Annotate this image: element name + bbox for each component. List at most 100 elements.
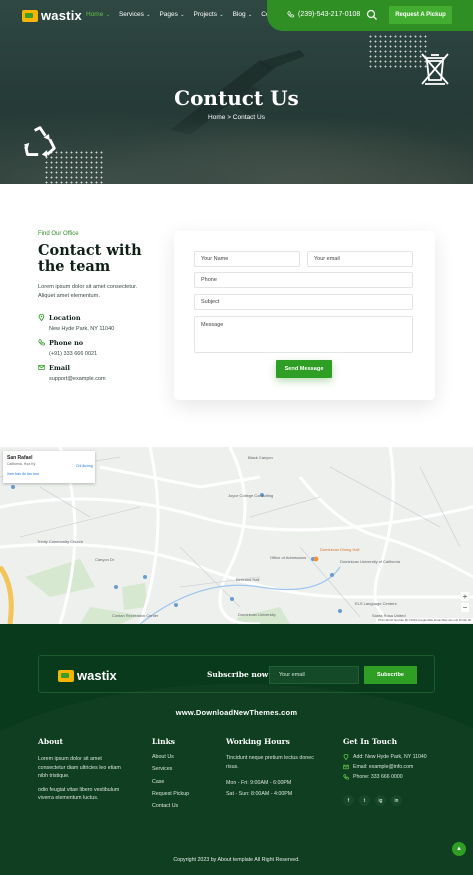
footer-links: Links About Us Services Case Request Pic… bbox=[152, 737, 212, 812]
scroll-to-top-button[interactable]: ▲ bbox=[452, 842, 466, 856]
nav-item-services[interactable]: Services ⌄ bbox=[119, 11, 151, 18]
subscribe-email-input[interactable]: Your email bbox=[269, 666, 359, 684]
brand-logo[interactable]: wastix bbox=[22, 8, 82, 23]
facebook-icon[interactable]: f bbox=[343, 795, 354, 806]
footer-hours: Working Hours Tincidunt neque pretium le… bbox=[226, 737, 316, 798]
search-icon[interactable] bbox=[366, 9, 378, 21]
map-label: Joyce College Consulting bbox=[228, 493, 274, 498]
footer-link-services[interactable]: Services bbox=[152, 763, 212, 775]
phone-field[interactable]: Phone bbox=[194, 272, 413, 288]
map-label: Canyon Dr bbox=[95, 557, 115, 562]
footer-about: About Lorem ipsum dolor sit amet consect… bbox=[38, 737, 128, 803]
map-attribution[interactable]: Phím tắt Dữ liệu bản đồ ©2024 Google Điề… bbox=[376, 618, 473, 623]
map-place-subtitle: California, Hoa Kỳ bbox=[7, 462, 36, 466]
info-location-value: New Hyde Park, NY 11040 bbox=[49, 326, 115, 332]
info-email-label: Email bbox=[49, 364, 70, 372]
chevron-down-icon: ⌄ bbox=[217, 12, 224, 18]
footer-address: Add: New Hyde Park, NY 11040 bbox=[343, 752, 453, 762]
request-pickup-button[interactable]: Request A Pickup bbox=[389, 6, 452, 24]
email-icon bbox=[343, 764, 349, 770]
send-message-button[interactable]: Send Message bbox=[276, 360, 332, 378]
email-icon bbox=[38, 365, 45, 370]
truck-logo-icon bbox=[58, 669, 74, 682]
hero-banner: wastix Home ⌄ Services ⌄ Pages ⌄ Project… bbox=[0, 0, 473, 184]
phone-icon bbox=[38, 339, 45, 346]
footer-about-text: Lorem ipsum dolor sit amet consectetur d… bbox=[38, 756, 121, 779]
section-heading: Contact with the team bbox=[38, 242, 142, 275]
footer-hours-weekdays: Mon - Fri: 9:00AM - 6:00PM bbox=[226, 780, 292, 786]
map-label: Conlan Recreation Center bbox=[112, 613, 159, 618]
linkedin-icon[interactable]: in bbox=[391, 795, 402, 806]
footer-hours-title: Working Hours bbox=[226, 737, 290, 746]
phone-icon bbox=[343, 774, 349, 780]
message-field[interactable]: Message bbox=[194, 316, 413, 353]
footer-logo[interactable]: wastix bbox=[58, 668, 117, 683]
chevron-down-icon: ⌄ bbox=[144, 12, 151, 18]
main-nav: Home ⌄ Services ⌄ Pages ⌄ Projects ⌄ Blo… bbox=[86, 11, 284, 18]
map-label: Dominican Dining Hall bbox=[320, 547, 360, 552]
contact-form: Your Name Your email Phone Subject Messa… bbox=[174, 231, 435, 400]
phone-icon bbox=[287, 11, 294, 18]
map-info-card: San Rafael California, Hoa Kỳ Xem bản đồ… bbox=[3, 451, 95, 483]
section-description: Lorem ipsum dolor sit amet consectetur. … bbox=[38, 284, 138, 299]
watermark-text: www.DownloadNewThemes.com bbox=[175, 708, 298, 717]
footer-link-list: About Us Services Case Request Pickup Co… bbox=[152, 751, 212, 812]
newsletter-bar: wastix Subscribe now Your email Subscrib… bbox=[38, 655, 435, 693]
map-label: Office of Admissions bbox=[270, 555, 307, 560]
recycle-icon bbox=[23, 126, 56, 158]
truck-logo-icon bbox=[22, 9, 38, 22]
map-directions-link[interactable]: Chỉ đường bbox=[76, 464, 93, 468]
social-links: f t ig in bbox=[343, 795, 453, 806]
footer-about-text: odio feugiat vitae libero vestibulum viv… bbox=[38, 786, 120, 802]
header-phone[interactable]: (239)-543-217-0108 bbox=[287, 11, 360, 18]
info-email-value[interactable]: support@example.com bbox=[49, 376, 106, 382]
brand-name: wastix bbox=[41, 8, 82, 23]
map-label: Dominican University of California bbox=[340, 559, 401, 564]
footer-hours-weekend: Sat - Sun: 8:00AM - 4:00PM bbox=[226, 790, 293, 797]
footer-hours-text: Tincidunt neque pretium lectus donec ris… bbox=[226, 755, 314, 770]
email-field[interactable]: Your email bbox=[307, 251, 413, 267]
subscribe-label: Subscribe now bbox=[207, 670, 269, 679]
contact-intro: Find Our Office Contact with the team Lo… bbox=[38, 231, 153, 301]
zoom-in-button[interactable]: + bbox=[461, 592, 469, 601]
footer-touch-title: Get In Touch bbox=[343, 737, 398, 746]
location-icon bbox=[38, 314, 45, 321]
footer-link-request-pickup[interactable]: Request Pickup bbox=[152, 788, 212, 800]
instagram-icon[interactable]: ig bbox=[375, 795, 386, 806]
nav-item-projects[interactable]: Projects ⌄ bbox=[194, 11, 224, 18]
map-embed[interactable]: San Rafael California, Hoa Kỳ Xem bản đồ… bbox=[0, 447, 473, 624]
nav-item-blog[interactable]: Blog ⌄ bbox=[233, 11, 253, 18]
name-field[interactable]: Your Name bbox=[194, 251, 300, 267]
footer-link-about[interactable]: About Us bbox=[152, 751, 212, 763]
map-place-title: San Rafael bbox=[7, 455, 33, 461]
footer-email[interactable]: Email: example@info.com bbox=[343, 762, 453, 772]
subscribe-button[interactable]: Subscribe bbox=[364, 666, 417, 684]
site-footer: wastix Subscribe now Your email Subscrib… bbox=[0, 624, 473, 875]
top-navbar: wastix Home ⌄ Services ⌄ Pages ⌄ Project… bbox=[0, 0, 473, 31]
twitter-icon[interactable]: t bbox=[359, 795, 370, 806]
footer-links-title: Links bbox=[152, 737, 175, 746]
zoom-out-button[interactable]: − bbox=[461, 603, 469, 612]
info-location-label: Location bbox=[49, 314, 81, 322]
map-label: Dominican University bbox=[238, 612, 276, 617]
footer-phone[interactable]: Phone: 333 666 0000 bbox=[343, 772, 453, 782]
map-label: Trinity Community Church bbox=[37, 539, 84, 544]
subject-field[interactable]: Subject bbox=[194, 294, 413, 310]
chevron-down-icon: ⌄ bbox=[246, 12, 253, 18]
nav-cta-area: (239)-543-217-0108 Request A Pickup bbox=[267, 0, 473, 31]
chevron-up-icon: ▲ bbox=[456, 846, 462, 852]
chevron-down-icon: ⌄ bbox=[104, 12, 110, 18]
location-icon bbox=[343, 754, 349, 760]
nav-item-pages[interactable]: Pages ⌄ bbox=[159, 11, 184, 18]
info-phone-value: (+91) 333 666 0021 bbox=[49, 351, 98, 357]
chevron-down-icon: ⌄ bbox=[178, 12, 185, 18]
footer-link-case[interactable]: Case bbox=[152, 776, 212, 788]
map-label: Bertrand Hall bbox=[236, 577, 260, 582]
map-label: Black Canyon bbox=[248, 455, 273, 460]
footer-link-contact[interactable]: Contact Us bbox=[152, 800, 212, 812]
nav-item-home[interactable]: Home ⌄ bbox=[86, 11, 110, 18]
breadcrumb[interactable]: Home > Contact Us bbox=[0, 114, 473, 121]
info-phone-label: Phone no bbox=[49, 339, 84, 347]
page-title: Contuct Us bbox=[174, 86, 299, 110]
map-larger-link[interactable]: Xem bản đồ lớn hơn bbox=[7, 472, 39, 476]
